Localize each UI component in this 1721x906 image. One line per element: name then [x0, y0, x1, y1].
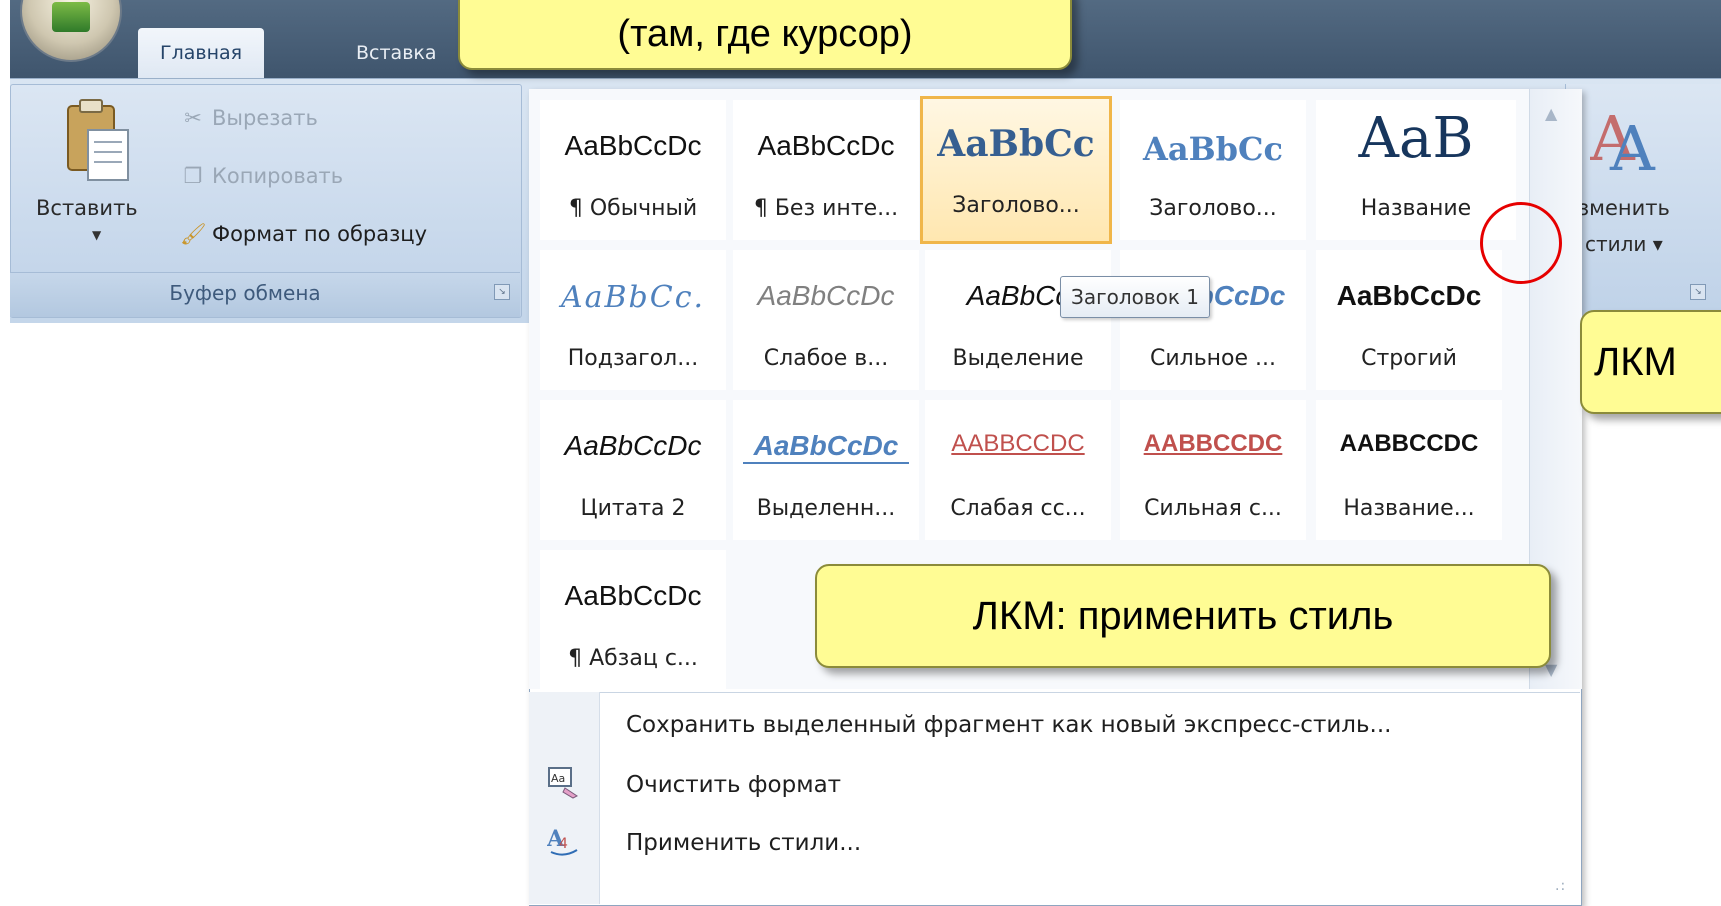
style-subtle-reference[interactable]: AABBCCDC Слабая сс... — [925, 400, 1111, 540]
office-logo-icon — [52, 2, 90, 32]
tab-home[interactable]: Главная — [138, 28, 265, 78]
style-no-spacing[interactable]: AaBbCcDc ¶ Без инте... — [733, 100, 919, 240]
style-subtitle[interactable]: AaBbCc. Подзагол... — [540, 250, 726, 390]
style-name: Сильная с... — [1144, 496, 1282, 521]
clear-formatting-item[interactable]: Очистить формат — [626, 772, 841, 798]
svg-text:Aa: Aa — [551, 772, 565, 785]
style-name: Выделение — [952, 346, 1084, 371]
cut-button[interactable]: ✂ Вырезать — [180, 106, 318, 130]
resize-grip-icon[interactable]: .: — [1555, 878, 1566, 894]
style-name: Заголово... — [952, 193, 1080, 218]
style-name: Название... — [1343, 496, 1475, 521]
style-intense-emphasis[interactable]: AaBbCcDc Сильное ... — [1120, 250, 1306, 390]
style-name: ¶ Без инте... — [753, 196, 899, 221]
cursor-highlight-circle — [1480, 202, 1562, 284]
paste-icon[interactable] — [62, 96, 132, 184]
change-styles-button[interactable]: зменить — [1578, 196, 1670, 220]
format-painter-label: Формат по образцу — [212, 222, 428, 246]
style-list-paragraph[interactable]: AaBbCcDc ¶ Абзац с... — [540, 550, 726, 690]
style-sample: AaBbCc — [1143, 130, 1283, 168]
style-name: Название — [1360, 196, 1472, 221]
style-name: ¶ Обычный — [568, 196, 698, 221]
style-subtle-emphasis[interactable]: AaBbCcDc Слабое в... — [733, 250, 919, 390]
style-intense-quote[interactable]: AaBbCcDc Выделенн... — [733, 400, 919, 540]
style-sample: AaBbCc — [937, 123, 1095, 165]
svg-text:A: A — [1609, 112, 1656, 176]
style-name: Строгий — [1361, 346, 1457, 371]
paste-button[interactable]: Вставить — [36, 196, 138, 220]
callout-apply-style: ЛКМ: применить стиль — [815, 564, 1551, 668]
copy-icon: ❐ — [183, 164, 203, 188]
style-sample: AaBbCcDc — [564, 580, 702, 611]
apply-styles-icon: A 4 — [547, 826, 578, 856]
copy-label: Копировать — [212, 164, 344, 188]
style-name: Сильное ... — [1149, 346, 1277, 371]
style-name: Слабое в... — [763, 346, 889, 371]
style-heading-1[interactable]: AaBbCc Заголово... — [920, 96, 1112, 244]
apply-styles-item[interactable]: Применить стили... — [626, 830, 861, 856]
callout-lmb: ЛКМ — [1580, 310, 1721, 414]
style-tooltip: Заголовок 1 — [1060, 276, 1211, 318]
style-intense-reference[interactable]: AABBCCDC Сильная с... — [1120, 400, 1306, 540]
cut-label: Вырезать — [212, 106, 318, 130]
style-name: Заголово... — [1149, 196, 1277, 221]
style-sample: AaB — [1358, 106, 1474, 171]
style-sample: AABBCCDC — [1339, 430, 1479, 457]
style-strong[interactable]: AaBbCcDc Строгий — [1316, 250, 1502, 390]
scroll-up-icon[interactable]: ▲ — [1545, 104, 1557, 123]
style-name: Цитата 2 — [580, 496, 686, 521]
style-sample: AaBbCc. — [560, 280, 706, 315]
style-sample: AABBCCDC — [1143, 430, 1283, 457]
clipboard-group-footer: Буфер обмена — [10, 272, 520, 317]
styles-dialog-launcher-icon[interactable]: ↘ — [1690, 284, 1706, 300]
dialog-launcher-icon[interactable]: ↘ — [494, 284, 510, 300]
tab-insert[interactable]: Вставка — [334, 28, 459, 78]
style-quote-2[interactable]: AaBbCcDc Цитата 2 — [540, 400, 726, 540]
style-normal[interactable]: AaBbCcDc ¶ Обычный — [540, 100, 726, 240]
style-sample: AaBbCcDc — [1336, 280, 1482, 311]
style-emphasis[interactable]: AaBbCc Выделение — [925, 250, 1111, 390]
style-name: Слабая сс... — [950, 496, 1086, 521]
style-name: Подзагол... — [567, 346, 699, 371]
brush-icon: 🖌 — [180, 222, 207, 246]
clipboard-group-label: Буфер обмена — [169, 281, 321, 305]
style-name: Выделенн... — [756, 496, 896, 521]
style-sample: AaBbCcDc — [564, 430, 702, 461]
style-sample: AaBbCcDc — [757, 280, 895, 311]
style-name: ¶ Абзац с... — [568, 646, 698, 671]
change-styles-icon[interactable]: A A — [1590, 96, 1668, 176]
change-styles-button-line2[interactable]: стили ▾ — [1585, 232, 1663, 256]
style-book-title[interactable]: AABBCCDC Название... — [1316, 400, 1502, 540]
format-painter-button[interactable]: 🖌 Формат по образцу — [180, 222, 427, 247]
scissors-icon: ✂ — [184, 106, 202, 130]
save-quick-style-item[interactable]: Сохранить выделенный фрагмент как новый … — [626, 712, 1391, 738]
svg-text:4: 4 — [559, 836, 568, 852]
clear-formatting-icon: Aa — [548, 767, 578, 799]
style-title[interactable]: AaB Название — [1316, 100, 1516, 240]
callout-cursor-position: (там, где курсор) — [458, 0, 1072, 70]
chevron-down-icon[interactable]: ▼ — [92, 228, 101, 242]
style-sample: AaBbCcDc — [564, 130, 702, 161]
style-sample: AaBbCcDc — [757, 130, 895, 161]
style-sample: AaBbCcDc — [743, 430, 909, 464]
style-sample: AABBCCDC — [951, 430, 1085, 457]
style-heading-2[interactable]: AaBbCc Заголово... — [1120, 100, 1306, 240]
copy-button[interactable]: ❐ Копировать — [180, 164, 344, 188]
